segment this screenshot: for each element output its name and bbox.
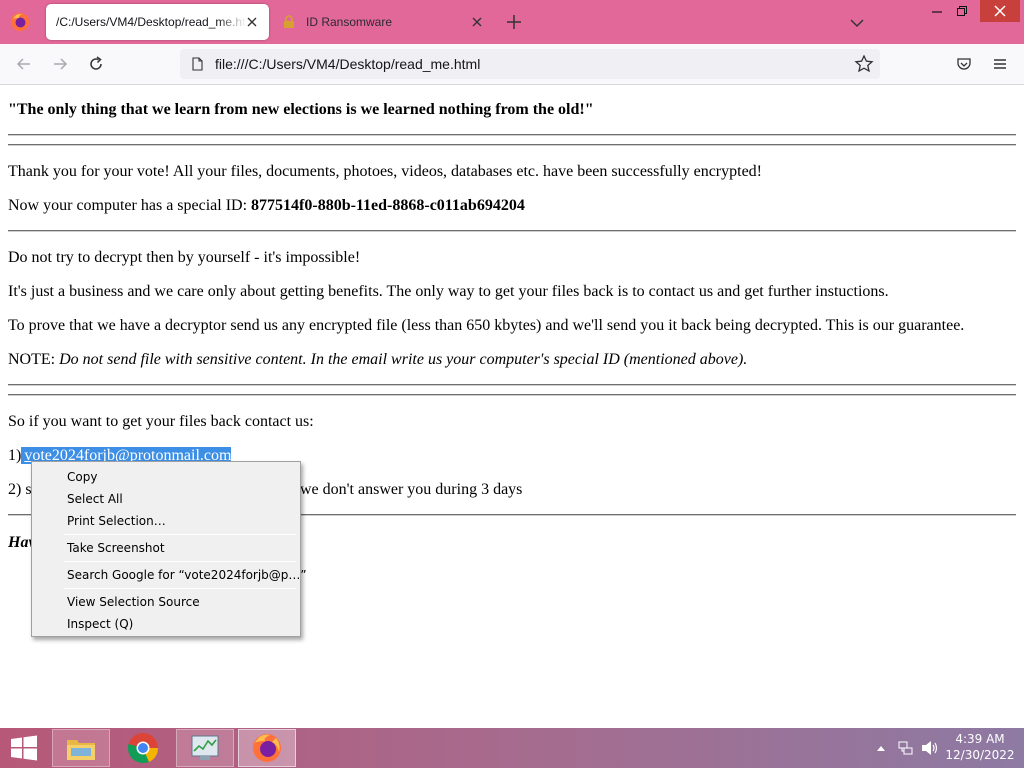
- menu-item-search-google[interactable]: Search Google for “vote2024forjb@p…”: [33, 564, 307, 586]
- menu-separator: [64, 588, 296, 589]
- restore-icon: [957, 6, 967, 16]
- chrome-icon: [127, 733, 159, 764]
- menu-item-label: Search Google for “vote2024forjb@p…”: [67, 568, 307, 582]
- tab-title: ID Ransomware: [306, 15, 393, 29]
- chevron-up-icon[interactable]: [876, 744, 886, 752]
- no-decrypt-text: Do not try to decrypt then by yourself -…: [8, 249, 361, 266]
- menu-item-print-selection[interactable]: Print Selection…: [33, 510, 299, 532]
- note-label: NOTE:: [8, 351, 60, 368]
- new-tab-icon[interactable]: [505, 13, 523, 31]
- business-text: It's just a business and we care only ab…: [8, 283, 889, 300]
- taskbar-firefox[interactable]: [238, 729, 296, 767]
- system-clock[interactable]: 4:39 AM 12/30/2022: [944, 731, 1016, 763]
- tab-strip: /C:/Users/VM4/Desktop/read_me.html ID Ra…: [0, 0, 1024, 44]
- close-icon: [994, 5, 1006, 17]
- divider: [8, 230, 1016, 232]
- ransom-quote: "The only thing that we learn from new e…: [8, 101, 594, 118]
- windows-logo-icon: [11, 735, 37, 761]
- menu-item-inspect[interactable]: Inspect (Q): [33, 613, 299, 635]
- menu-item-label: Print Selection…: [67, 514, 166, 528]
- reload-button[interactable]: [84, 52, 108, 76]
- divider: [8, 394, 1016, 396]
- menu-item-label: Take Screenshot: [67, 541, 165, 555]
- taskbar-task-manager[interactable]: [176, 729, 234, 767]
- url-text[interactable]: file:///C:/Users/VM4/Desktop/read_me.htm…: [215, 56, 480, 72]
- close-tab-icon[interactable]: [470, 15, 484, 29]
- special-id-line: Now your computer has a special ID: 8775…: [8, 196, 525, 216]
- url-bar[interactable]: file:///C:/Users/VM4/Desktop/read_me.htm…: [180, 49, 880, 79]
- forward-button[interactable]: [48, 52, 72, 76]
- clock-time: 4:39 AM: [955, 732, 1005, 746]
- folder-icon: [67, 740, 95, 760]
- reload-icon: [90, 56, 102, 70]
- menu-item-label: View Selection Source: [67, 595, 200, 609]
- contact-line-2-start: 2) s: [8, 481, 32, 498]
- divider: [8, 384, 1016, 386]
- menu-item-copy[interactable]: Copy: [33, 466, 299, 488]
- divider: [8, 134, 1016, 136]
- arrow-left-icon: [16, 58, 30, 70]
- chevron-down-icon[interactable]: [848, 14, 866, 32]
- minimize-icon: [932, 11, 942, 13]
- back-button[interactable]: [12, 52, 36, 76]
- contact-intro: So if you want to get your files back co…: [8, 413, 314, 430]
- clock-date: 12/30/2022: [945, 748, 1015, 762]
- contact-line-2-end: we don't answer you during 3 days: [300, 481, 523, 498]
- app-menu-button[interactable]: [988, 52, 1012, 76]
- divider: [8, 144, 1016, 146]
- volume-icon[interactable]: [921, 740, 939, 756]
- restore-button[interactable]: [948, 0, 976, 22]
- tab-title: /C:/Users/VM4/Desktop/read_me.html: [56, 15, 246, 29]
- task-manager-icon: [191, 735, 219, 760]
- thanks-text: Thank you for your vote! All your files,…: [8, 163, 763, 180]
- menu-item-view-selection-source[interactable]: View Selection Source: [33, 591, 299, 613]
- firefox-icon: [253, 734, 281, 762]
- tab-read-me[interactable]: /C:/Users/VM4/Desktop/read_me.html: [46, 4, 269, 40]
- context-menu: Copy Select All Print Selection… Take Sc…: [31, 461, 307, 637]
- taskbar-chrome[interactable]: [114, 729, 172, 767]
- taskbar: 4:39 AM 12/30/2022: [0, 728, 1024, 768]
- menu-item-select-all[interactable]: Select All: [33, 488, 299, 510]
- menu-item-label: Inspect (Q): [67, 617, 134, 631]
- lock-icon: [284, 15, 294, 28]
- firefox-view-icon[interactable]: [8, 10, 32, 34]
- pocket-button[interactable]: [952, 52, 976, 76]
- hamburger-menu-icon: [994, 59, 1006, 69]
- arrow-right-icon: [54, 58, 68, 70]
- page-icon: [192, 57, 203, 71]
- menu-separator: [64, 534, 296, 535]
- note-text: Do not send file with sensitive content.…: [59, 351, 748, 368]
- note-line: NOTE: Do not send file with sensitive co…: [8, 350, 747, 370]
- contact-number: 1): [8, 447, 22, 464]
- network-icon[interactable]: [898, 740, 914, 756]
- close-tab-icon[interactable]: [245, 15, 259, 29]
- navigation-toolbar: file:///C:/Users/VM4/Desktop/read_me.htm…: [0, 44, 1024, 85]
- close-window-button[interactable]: [980, 0, 1020, 22]
- pocket-icon: [957, 58, 971, 70]
- contact-line-2: 2) s: [8, 480, 32, 500]
- prove-text: To prove that we have a decryptor send u…: [8, 317, 965, 334]
- special-id-label: Now your computer has a special ID:: [8, 197, 252, 214]
- start-button[interactable]: [0, 728, 48, 768]
- menu-item-label: Select All: [67, 492, 123, 506]
- menu-item-take-screenshot[interactable]: Take Screenshot: [33, 537, 299, 559]
- special-id-value: 877514f0-880b-11ed-8868-c011ab694204: [251, 197, 525, 214]
- star-icon[interactable]: [854, 54, 874, 74]
- menu-item-label: Copy: [67, 470, 98, 484]
- menu-separator: [64, 561, 296, 562]
- tab-id-ransomware[interactable]: ID Ransomware: [272, 4, 494, 40]
- taskbar-file-explorer[interactable]: [52, 729, 110, 767]
